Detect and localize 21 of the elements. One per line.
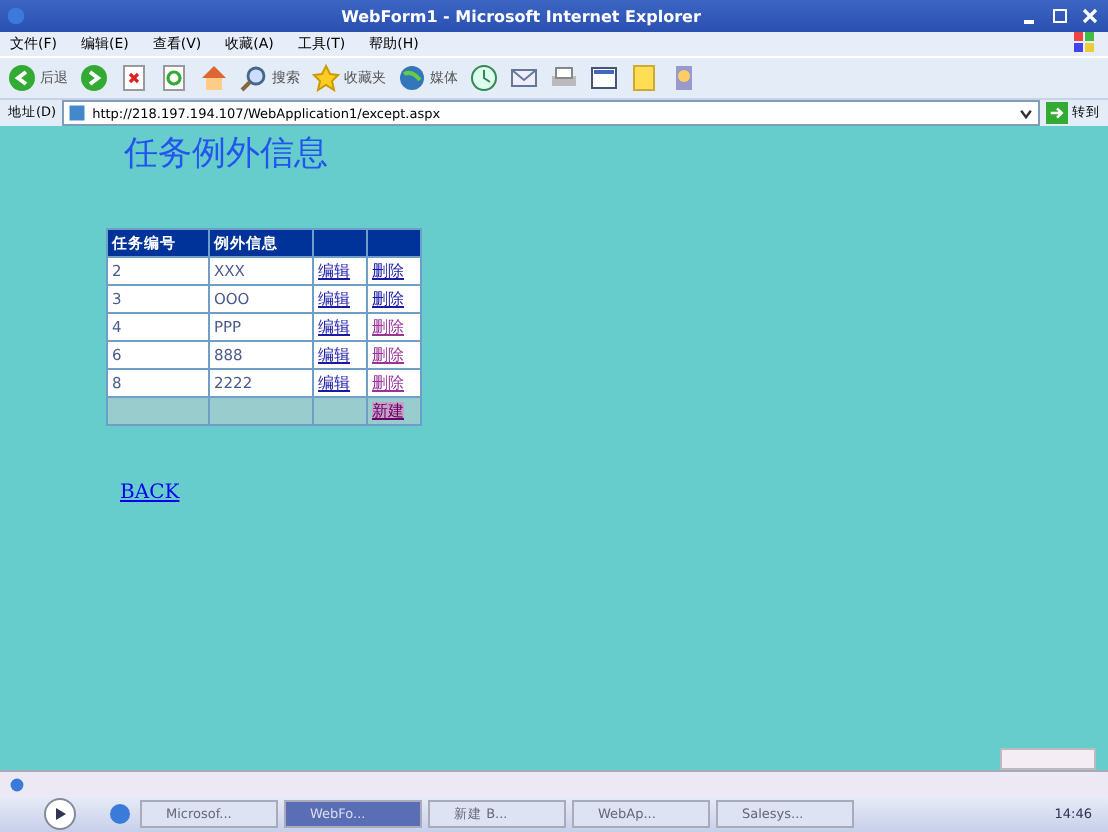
history-icon[interactable] [470,64,498,92]
new-link[interactable]: 新建 [372,402,404,420]
maximize-icon[interactable] [1049,6,1069,26]
window-title: WebForm1 - Microsoft Internet Explorer [339,7,703,25]
stop-icon[interactable] [120,64,148,92]
back-link[interactable]: BACK [120,482,180,504]
home-icon[interactable] [200,64,228,92]
browser-icon [6,6,26,26]
play-button[interactable] [44,798,76,830]
print-icon[interactable] [550,64,578,92]
page-heading: 任务例外信息 [124,132,330,176]
page-icon [68,104,87,122]
mail-icon[interactable] [510,64,538,92]
refresh-icon[interactable] [160,64,188,92]
page-icon [8,775,26,793]
dropdown-icon[interactable] [1018,105,1034,121]
browser-icon[interactable] [106,800,134,828]
forward-icon[interactable] [80,64,108,92]
close-icon[interactable] [1079,6,1099,26]
play-icon [50,804,70,824]
globe-icon [398,64,426,92]
